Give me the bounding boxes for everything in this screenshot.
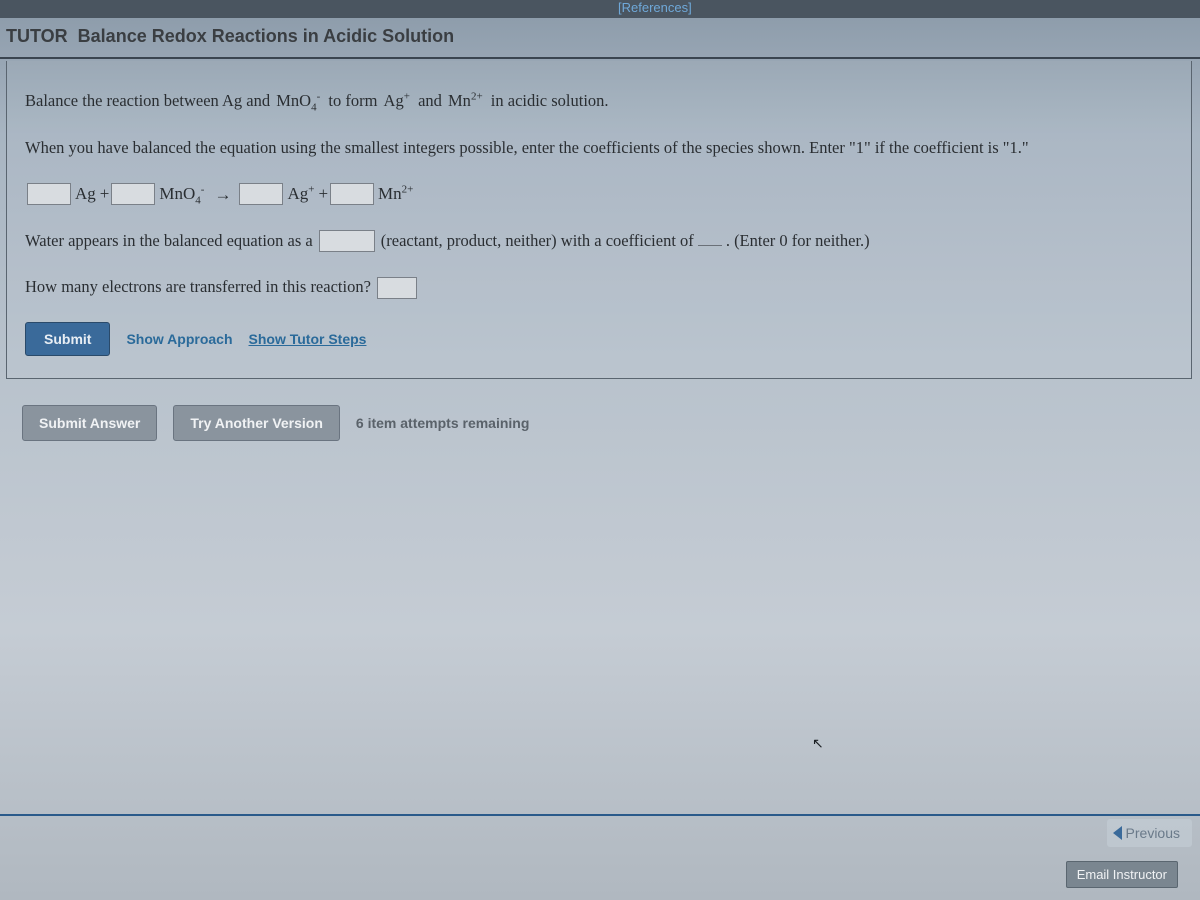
coef-agplus-input[interactable] [239, 183, 283, 205]
species-mn2plus: Mn2+ [378, 184, 413, 204]
action-row: Submit Show Approach Show Tutor Steps [25, 322, 1173, 356]
instruction-coefficients: When you have balanced the equation usin… [25, 136, 1173, 161]
water-coef-blank[interactable] [698, 232, 722, 246]
show-approach-link[interactable]: Show Approach [126, 331, 232, 347]
question-box: Balance the reaction between Ag and MnO4… [6, 61, 1192, 379]
coef-mno4-input[interactable] [111, 183, 155, 205]
instruction-reaction: Balance the reaction between Ag and MnO4… [25, 89, 1173, 114]
top-bar: [References] [0, 0, 1200, 18]
submit-button[interactable]: Submit [25, 322, 110, 356]
try-another-version-button[interactable]: Try Another Version [173, 405, 340, 441]
species-ag-plus: Ag+ [287, 184, 314, 204]
species-mno4: MnO4- [159, 184, 204, 204]
references-link[interactable]: [References] [618, 0, 692, 15]
email-instructor-button[interactable]: Email Instructor [1066, 861, 1178, 888]
attempts-remaining: 6 item attempts remaining [356, 415, 530, 431]
cursor-icon: ↖ [812, 736, 824, 753]
water-role-input[interactable] [319, 230, 375, 252]
plus-sign: + [100, 184, 110, 204]
show-tutor-steps-link[interactable]: Show Tutor Steps [249, 331, 367, 347]
chevron-left-icon [1113, 826, 1122, 840]
electrons-question: How many electrons are transferred in th… [25, 275, 1173, 300]
tutor-header: TUTOR Balance Redox Reactions in Acidic … [0, 18, 1200, 59]
tutor-label: TUTOR [6, 26, 68, 47]
water-question: Water appears in the balanced equation a… [25, 229, 1173, 254]
equation: Ag + MnO4- → Ag+ + Mn2+ [25, 183, 1173, 205]
reaction-arrow-icon: → [214, 185, 231, 205]
coef-mn2-input[interactable] [330, 183, 374, 205]
coef-ag-input[interactable] [27, 183, 71, 205]
species-ag: Ag [75, 184, 96, 204]
electrons-input[interactable] [377, 277, 417, 299]
submit-answer-button[interactable]: Submit Answer [22, 405, 157, 441]
previous-button[interactable]: Previous [1107, 819, 1192, 847]
plus-sign-2: + [318, 184, 328, 204]
footer-bar: Previous [0, 814, 1200, 850]
submit-row: Submit Answer Try Another Version 6 item… [22, 405, 1200, 441]
tutor-title: Balance Redox Reactions in Acidic Soluti… [78, 26, 454, 47]
